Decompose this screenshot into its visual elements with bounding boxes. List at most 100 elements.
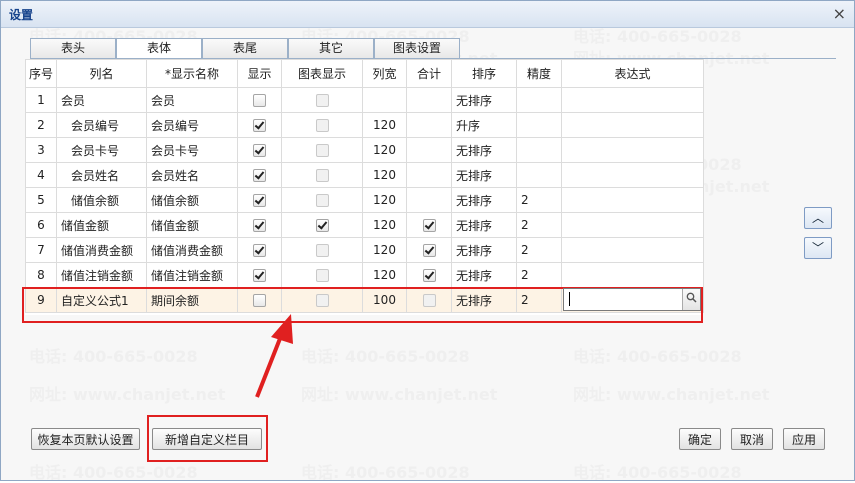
display-name-cell[interactable]: 储值余额	[146, 187, 238, 213]
expression-cell[interactable]	[561, 237, 704, 263]
tab-4[interactable]: 图表设置	[374, 38, 460, 58]
precision-cell[interactable]: 2	[516, 187, 562, 213]
show-cell[interactable]	[237, 237, 282, 263]
sort-cell[interactable]: 升序	[451, 112, 517, 138]
column-width-cell[interactable]: 120	[362, 262, 407, 288]
checkbox[interactable]	[315, 194, 329, 207]
chart-show-cell[interactable]	[281, 162, 363, 188]
precision-cell[interactable]: 2	[516, 212, 562, 238]
show-cell[interactable]	[237, 212, 282, 238]
checkbox[interactable]	[422, 294, 436, 307]
checkbox[interactable]	[253, 144, 266, 157]
show-cell[interactable]	[237, 137, 282, 163]
checkbox[interactable]	[253, 94, 266, 107]
ok-button[interactable]: 确定	[679, 428, 721, 450]
cancel-button[interactable]: 取消	[731, 428, 773, 450]
expression-input[interactable]	[563, 288, 701, 311]
chart-show-cell[interactable]	[281, 262, 363, 288]
sort-cell[interactable]: 无排序	[451, 162, 517, 188]
sort-cell[interactable]: 无排序	[451, 137, 517, 163]
chart-show-cell[interactable]	[281, 237, 363, 263]
column-width-cell[interactable]: 100	[362, 287, 407, 313]
checkbox[interactable]	[422, 269, 436, 282]
precision-cell[interactable]: 2	[516, 237, 562, 263]
column-width-cell[interactable]: 120	[362, 212, 407, 238]
table-row[interactable]: 6 储值金额 储值金额 120 无排序 2	[25, 212, 704, 238]
column-name-cell[interactable]: 会员	[56, 87, 147, 113]
checkbox[interactable]	[253, 269, 266, 282]
table-row[interactable]: 1 会员 会员 无排序	[25, 87, 704, 113]
checkbox[interactable]	[253, 194, 266, 207]
checkbox[interactable]	[315, 169, 329, 182]
precision-cell[interactable]: 2	[516, 262, 562, 288]
column-width-cell[interactable]	[362, 87, 407, 113]
table-row[interactable]: 3 会员卡号 会员卡号 120 无排序	[25, 137, 704, 163]
chart-show-cell[interactable]	[281, 287, 363, 313]
sum-cell[interactable]	[406, 187, 452, 213]
display-name-cell[interactable]: 会员	[146, 87, 238, 113]
show-cell[interactable]	[237, 287, 282, 313]
sum-cell[interactable]	[406, 162, 452, 188]
sort-cell[interactable]: 无排序	[451, 237, 517, 263]
column-name-cell[interactable]: 储值消费金额	[56, 237, 147, 263]
display-name-cell[interactable]: 储值消费金额	[146, 237, 238, 263]
checkbox[interactable]	[315, 119, 329, 132]
table-row[interactable]: 7 储值消费金额 储值消费金额 120 无排序 2	[25, 237, 704, 263]
sum-cell[interactable]	[406, 287, 452, 313]
column-name-cell[interactable]: 会员姓名	[56, 162, 147, 188]
expression-cell[interactable]	[561, 262, 704, 288]
sum-cell[interactable]	[406, 212, 452, 238]
checkbox[interactable]	[315, 219, 329, 232]
expression-cell[interactable]	[561, 162, 704, 188]
display-name-cell[interactable]: 储值金额	[146, 212, 238, 238]
display-name-cell[interactable]: 会员姓名	[146, 162, 238, 188]
checkbox[interactable]	[253, 244, 266, 257]
expression-cell[interactable]	[561, 137, 704, 163]
show-cell[interactable]	[237, 262, 282, 288]
checkbox[interactable]	[315, 294, 329, 307]
sort-cell[interactable]: 无排序	[451, 262, 517, 288]
table-row[interactable]: 8 储值注销金额 储值注销金额 120 无排序 2	[25, 262, 704, 288]
checkbox[interactable]	[422, 219, 436, 232]
move-up-button[interactable]: ︿	[804, 207, 832, 229]
expression-cell[interactable]	[561, 112, 704, 138]
add-custom-column-button[interactable]: 新增自定义栏目	[152, 428, 262, 450]
sum-cell[interactable]	[406, 237, 452, 263]
apply-button[interactable]: 应用	[783, 428, 825, 450]
show-cell[interactable]	[237, 87, 282, 113]
sort-cell[interactable]: 无排序	[451, 212, 517, 238]
precision-cell[interactable]	[516, 87, 562, 113]
precision-cell[interactable]	[516, 137, 562, 163]
sort-cell[interactable]: 无排序	[451, 287, 517, 313]
row-number-cell[interactable]: 6	[25, 212, 57, 238]
show-cell[interactable]	[237, 162, 282, 188]
chart-show-cell[interactable]	[281, 212, 363, 238]
display-name-cell[interactable]: 期间余额	[146, 287, 238, 313]
tab-0[interactable]: 表头	[30, 38, 116, 58]
sum-cell[interactable]	[406, 87, 452, 113]
column-width-cell[interactable]: 120	[362, 187, 407, 213]
expression-cell[interactable]	[561, 212, 704, 238]
restore-defaults-button[interactable]: 恢复本页默认设置	[31, 428, 140, 450]
column-width-cell[interactable]: 120	[362, 237, 407, 263]
column-name-cell[interactable]: 储值余额	[56, 187, 147, 213]
sum-cell[interactable]	[406, 262, 452, 288]
table-row[interactable]: 4 会员姓名 会员姓名 120 无排序	[25, 162, 704, 188]
sort-cell[interactable]: 无排序	[451, 87, 517, 113]
table-row[interactable]: 5 储值余额 储值余额 120 无排序 2	[25, 187, 704, 213]
row-number-cell[interactable]: 4	[25, 162, 57, 188]
show-cell[interactable]	[237, 187, 282, 213]
checkbox[interactable]	[253, 294, 266, 307]
checkbox[interactable]	[422, 244, 436, 257]
checkbox[interactable]	[253, 169, 266, 182]
expression-cell[interactable]	[561, 187, 704, 213]
row-number-cell[interactable]: 2	[25, 112, 57, 138]
chart-show-cell[interactable]	[281, 87, 363, 113]
expression-cell[interactable]	[561, 87, 704, 113]
close-icon[interactable]: ×	[833, 4, 846, 23]
display-name-cell[interactable]: 会员编号	[146, 112, 238, 138]
show-cell[interactable]	[237, 112, 282, 138]
display-name-cell[interactable]: 会员卡号	[146, 137, 238, 163]
row-number-cell[interactable]: 8	[25, 262, 57, 288]
column-width-cell[interactable]: 120	[362, 162, 407, 188]
